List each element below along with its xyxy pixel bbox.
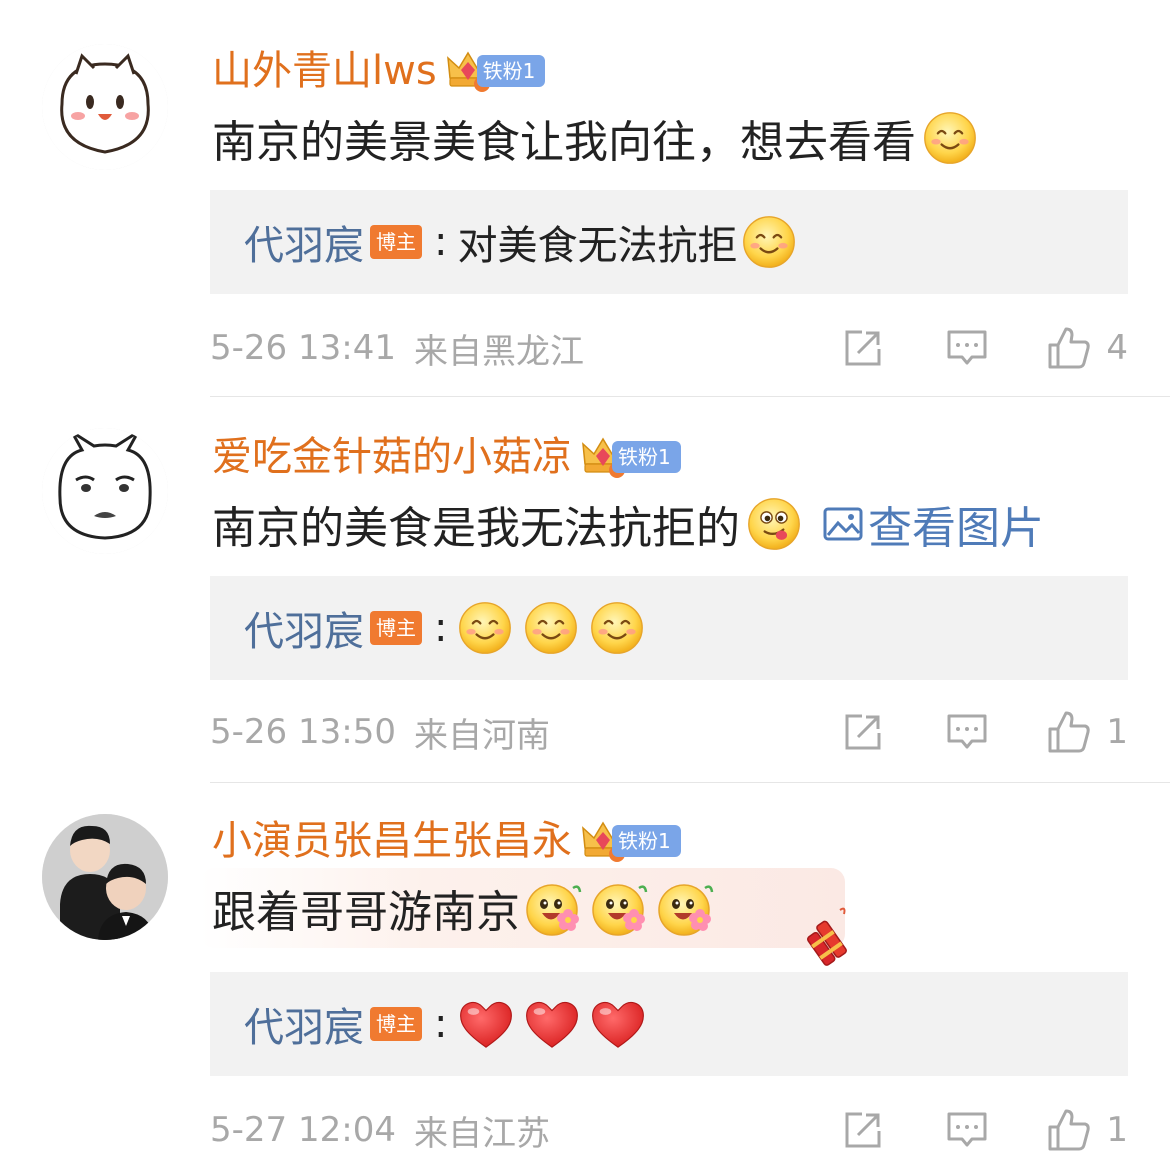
thumbs-up-icon	[1048, 327, 1091, 369]
location: 来自江苏	[413, 1113, 550, 1154]
share-button[interactable]	[842, 1109, 884, 1151]
actions: 1	[842, 710, 1128, 754]
meta-row: 5-26 13:41 来自黑龙江 4	[210, 326, 1128, 372]
avatar[interactable]	[42, 44, 168, 170]
actions: 4	[842, 326, 1128, 370]
timestamp: 5-26 13:41	[210, 328, 396, 368]
reply-colon: :	[434, 219, 448, 265]
reply-box[interactable]: 代羽宸 博主 :	[210, 972, 1128, 1076]
smile-emoji-icon	[523, 600, 579, 656]
smile-emoji-icon	[741, 214, 797, 270]
username[interactable]: 山外青山lws	[212, 46, 437, 96]
like-count: 1	[1106, 712, 1128, 752]
firecracker-icon	[806, 907, 847, 966]
reply-box[interactable]: 代羽宸 博主 : 对美食无法抗拒	[210, 190, 1128, 294]
blogger-badge: 博主	[370, 611, 422, 645]
fan-label: 铁粉1	[476, 55, 546, 87]
view-image-label: 查看图片	[868, 503, 1044, 554]
meta-row: 5-26 13:50 来自河南 1	[210, 710, 1128, 756]
comment-button[interactable]	[946, 1109, 988, 1151]
share-icon	[845, 330, 881, 366]
username[interactable]: 小演员张昌生张昌永	[212, 816, 572, 866]
comment-icon	[947, 714, 987, 749]
view-image-link[interactable]: 查看图片	[822, 492, 1044, 556]
flower-face-emoji-icon	[656, 878, 716, 938]
smile-emoji-icon	[589, 600, 645, 656]
name-row: 爱吃金针菇的小菇凉 铁粉1	[212, 432, 681, 482]
image-icon	[823, 507, 863, 541]
divider	[210, 782, 1170, 783]
heart-emoji-icon	[589, 997, 647, 1051]
like-button[interactable]: 4	[1046, 325, 1128, 371]
username[interactable]: 爱吃金针菇的小菇凉	[212, 432, 572, 482]
reply-author[interactable]: 代羽宸	[244, 995, 364, 1053]
comment-button[interactable]	[946, 711, 988, 753]
meta-row: 5-27 12:04 来自江苏 1	[210, 1108, 1128, 1154]
reply-author[interactable]: 代羽宸	[244, 213, 364, 271]
location: 来自黑龙江	[413, 331, 584, 372]
fan-badge[interactable]: 铁粉1	[445, 48, 546, 94]
fan-label: 铁粉1	[612, 441, 681, 473]
timestamp: 5-26 13:50	[210, 712, 396, 752]
comment-icon	[947, 330, 987, 365]
like-count: 1	[1106, 1110, 1128, 1150]
reply-text: 对美食无法抗拒	[457, 223, 738, 269]
comment-text: 南京的美景美食让我向往，想去看看	[212, 108, 978, 168]
heart-emoji-icon	[457, 997, 515, 1051]
fan-label: 铁粉1	[612, 825, 681, 857]
like-count: 4	[1106, 328, 1128, 368]
thumbs-up-icon	[1048, 711, 1091, 753]
heart-emoji-icon	[523, 997, 581, 1051]
reply-author[interactable]: 代羽宸	[244, 599, 364, 657]
comment-button[interactable]	[946, 327, 988, 369]
reply-colon: :	[434, 1001, 448, 1047]
comment-text-content: 南京的美食是我无法抗拒的	[212, 503, 740, 554]
smile-emoji-icon	[922, 110, 978, 166]
reply-box[interactable]: 代羽宸 博主 :	[210, 576, 1128, 680]
actions: 1	[842, 1108, 1128, 1152]
like-button[interactable]: 1	[1046, 1107, 1128, 1153]
comment-text-content: 南京的美景美食让我向往，想去看看	[212, 117, 916, 168]
smile-emoji-icon	[457, 600, 513, 656]
tongue-emoji-icon	[746, 496, 802, 552]
location: 来自河南	[413, 715, 550, 756]
avatar[interactable]	[42, 814, 168, 940]
comment-icon	[947, 1112, 987, 1147]
flower-face-emoji-icon	[524, 878, 584, 938]
blogger-badge: 博主	[370, 225, 422, 259]
timestamp: 5-27 12:04	[210, 1110, 396, 1150]
comment-text: 跟着哥哥游南京	[212, 878, 716, 938]
name-row: 山外青山lws 铁粉1	[212, 46, 546, 96]
share-button[interactable]	[842, 327, 884, 369]
share-icon	[845, 1112, 881, 1148]
divider	[210, 396, 1170, 397]
comment-text: 南京的美食是我无法抗拒的 查看图片	[212, 494, 1044, 554]
flower-face-emoji-icon	[590, 878, 650, 938]
reply-colon: :	[434, 605, 448, 651]
fan-badge[interactable]: 铁粉1	[580, 818, 681, 864]
thumbs-up-icon	[1048, 1109, 1091, 1151]
avatar[interactable]	[42, 428, 168, 554]
name-row: 小演员张昌生张昌永 铁粉1	[212, 816, 681, 866]
share-icon	[845, 714, 881, 750]
like-button[interactable]: 1	[1046, 709, 1128, 755]
blogger-badge: 博主	[370, 1007, 422, 1041]
fan-badge[interactable]: 铁粉1	[580, 434, 681, 480]
comment-text-content: 跟着哥哥游南京	[212, 887, 520, 938]
share-button[interactable]	[842, 711, 884, 753]
